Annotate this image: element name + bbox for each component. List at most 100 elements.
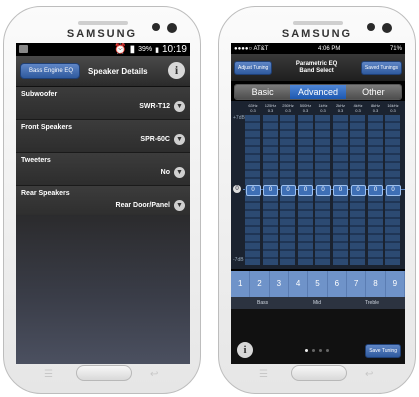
group-mid: Mid [313, 300, 322, 306]
right-phone: SAMSUNG ●●●●○ AT&T 4:06 PM 71% Adjust Tu… [218, 6, 416, 394]
band-gain-handle[interactable]: 0 [368, 185, 383, 196]
band-gain-handle[interactable]: 0 [350, 185, 366, 196]
band-header: 63Hz 0.3 [245, 103, 261, 113]
chevron-down-icon[interactable]: ▼ [174, 167, 185, 178]
battery-percent: 39% [138, 46, 153, 53]
page-dot [326, 349, 329, 352]
band-number-button[interactable]: 2 [250, 271, 270, 297]
menu-key-icon[interactable]: ☰ [44, 369, 60, 380]
zero-marker: 0 [233, 185, 241, 193]
group-bass: Bass [257, 300, 269, 306]
adjust-tuning-button[interactable]: Adjust Tuning [234, 60, 273, 75]
band-gain-handle[interactable]: 0 [385, 185, 401, 196]
page-dot [312, 349, 315, 352]
brand-logo: SAMSUNG [66, 28, 138, 40]
brand-logo: SAMSUNG [281, 28, 353, 40]
row-tweeters[interactable]: Tweeters No ▼ [16, 153, 190, 186]
home-button[interactable] [291, 365, 347, 381]
band-number-button[interactable]: 7 [347, 271, 367, 297]
chevron-down-icon[interactable]: ▼ [174, 101, 185, 112]
info-icon[interactable]: i [168, 62, 185, 79]
row-value: No [160, 169, 170, 176]
header: Adjust Tuning Parametric EQ Band Select … [231, 54, 405, 81]
band-q: 0.3 [302, 108, 309, 113]
band-q: 0.3 [337, 108, 344, 113]
alarm-icon: ⏰ [114, 44, 127, 55]
menu-key-icon[interactable]: ☰ [259, 369, 275, 380]
band-gain-handle[interactable]: 0 [298, 185, 313, 196]
status-bar: ⏰ ▮ 39% ▮ 10:19 [16, 43, 190, 56]
row-value: SPR-60C [140, 136, 170, 143]
band-gain-handle[interactable]: 0 [280, 185, 296, 196]
back-key-icon[interactable]: ↩ [150, 369, 166, 380]
group-treble: Treble [365, 300, 379, 306]
row-label: Front Speakers [21, 124, 72, 131]
row-subwoofer[interactable]: Subwoofer SWR-T12 ▼ [16, 87, 190, 120]
row-value: SWR-T12 [139, 103, 170, 110]
band-header: 125Hz 0.3 [263, 103, 279, 113]
bottom-db-label: -7dB [233, 257, 244, 263]
row-label: Subwoofer [21, 91, 58, 98]
tab-other[interactable]: Other [345, 85, 401, 99]
top-db-label: +7dB [233, 115, 245, 121]
chevron-down-icon[interactable]: ▼ [174, 200, 185, 211]
band-number-button[interactable]: 4 [289, 271, 309, 297]
footer: i Save Tuning [231, 309, 405, 364]
row-label: Tweeters [21, 157, 51, 164]
saved-tunings-button[interactable]: Saved Tunings [360, 60, 402, 75]
empty-area [16, 215, 190, 364]
header: Bass Engine EQ Speaker Details i [16, 56, 190, 87]
page-title: Speaker Details [88, 66, 148, 76]
back-button[interactable]: Bass Engine EQ [20, 63, 81, 79]
band-number-button[interactable]: 1 [231, 271, 251, 297]
chevron-down-icon[interactable]: ▼ [174, 134, 185, 145]
band-q: 0.3 [285, 108, 291, 113]
band-header: 1kHz 0.3 [315, 103, 331, 113]
band-number-button[interactable]: 9 [386, 271, 405, 297]
eq-grid: +7dB -7dB 0 63Hz 0.3 0 125Hz 0.3 0 250Hz 0.3 0 50… [231, 101, 405, 269]
back-key-icon[interactable]: ↩ [365, 369, 381, 380]
tab-advanced[interactable]: Advanced [290, 85, 346, 99]
band-groups: Bass Mid Treble [231, 297, 405, 309]
band-number-button[interactable]: 8 [366, 271, 386, 297]
row-value: Rear Door/Panel [115, 202, 170, 209]
band-header: 4kHz 0.3 [350, 103, 366, 113]
earpiece [78, 21, 128, 25]
band-q: 0.3 [267, 108, 274, 113]
band-gain-handle[interactable]: 0 [245, 185, 261, 196]
save-tuning-button[interactable]: Save Tuning [365, 344, 401, 358]
band-number-button[interactable]: 3 [270, 271, 289, 297]
band-selector: 123456789 [231, 271, 405, 297]
home-button[interactable] [76, 365, 132, 381]
status-bar: ●●●●○ AT&T 4:06 PM 71% [231, 43, 405, 54]
band-q: 0.3 [390, 108, 396, 113]
left-phone: SAMSUNG ⏰ ▮ 39% ▮ 10:19 Bass Engine EQ S… [3, 6, 201, 394]
band-header: 2kHz 0.3 [333, 103, 349, 113]
band-gain-handle[interactable]: 0 [315, 185, 331, 196]
row-label: Rear Speakers [21, 190, 70, 197]
status-time: 4:06 PM [317, 45, 341, 52]
title-line1: Parametric EQ [295, 60, 338, 67]
band-number-button[interactable]: 5 [308, 271, 328, 297]
title-line2: Band Select [299, 67, 334, 74]
band-header: 8kHz 0.3 [368, 103, 384, 113]
battery-icon: ▮ [155, 46, 159, 54]
band-gain-handle[interactable]: 0 [263, 185, 278, 196]
battery-percent: 71% [389, 45, 402, 52]
band-gain-handle[interactable]: 0 [333, 185, 348, 196]
band-header: 250Hz 0.3 [280, 103, 296, 113]
band-header: 16kHz 0.3 [385, 103, 401, 113]
status-time: 10:19 [161, 44, 187, 55]
row-front-speakers[interactable]: Front Speakers SPR-60C ▼ [16, 120, 190, 153]
page-dot [319, 349, 322, 352]
info-icon[interactable]: i [237, 342, 253, 358]
band-q: 0.3 [250, 108, 256, 113]
left-screen: ⏰ ▮ 39% ▮ 10:19 Bass Engine EQ Speaker D… [16, 43, 190, 364]
carrier: ●●●●○ AT&T [234, 45, 269, 52]
band-q: 0.3 [320, 108, 326, 113]
band-header: 500Hz 0.3 [298, 103, 314, 113]
band-q: 0.3 [355, 108, 361, 113]
notification-icon [19, 45, 28, 53]
tab-basic[interactable]: Basic [235, 85, 291, 99]
band-number-button[interactable]: 6 [328, 271, 347, 297]
